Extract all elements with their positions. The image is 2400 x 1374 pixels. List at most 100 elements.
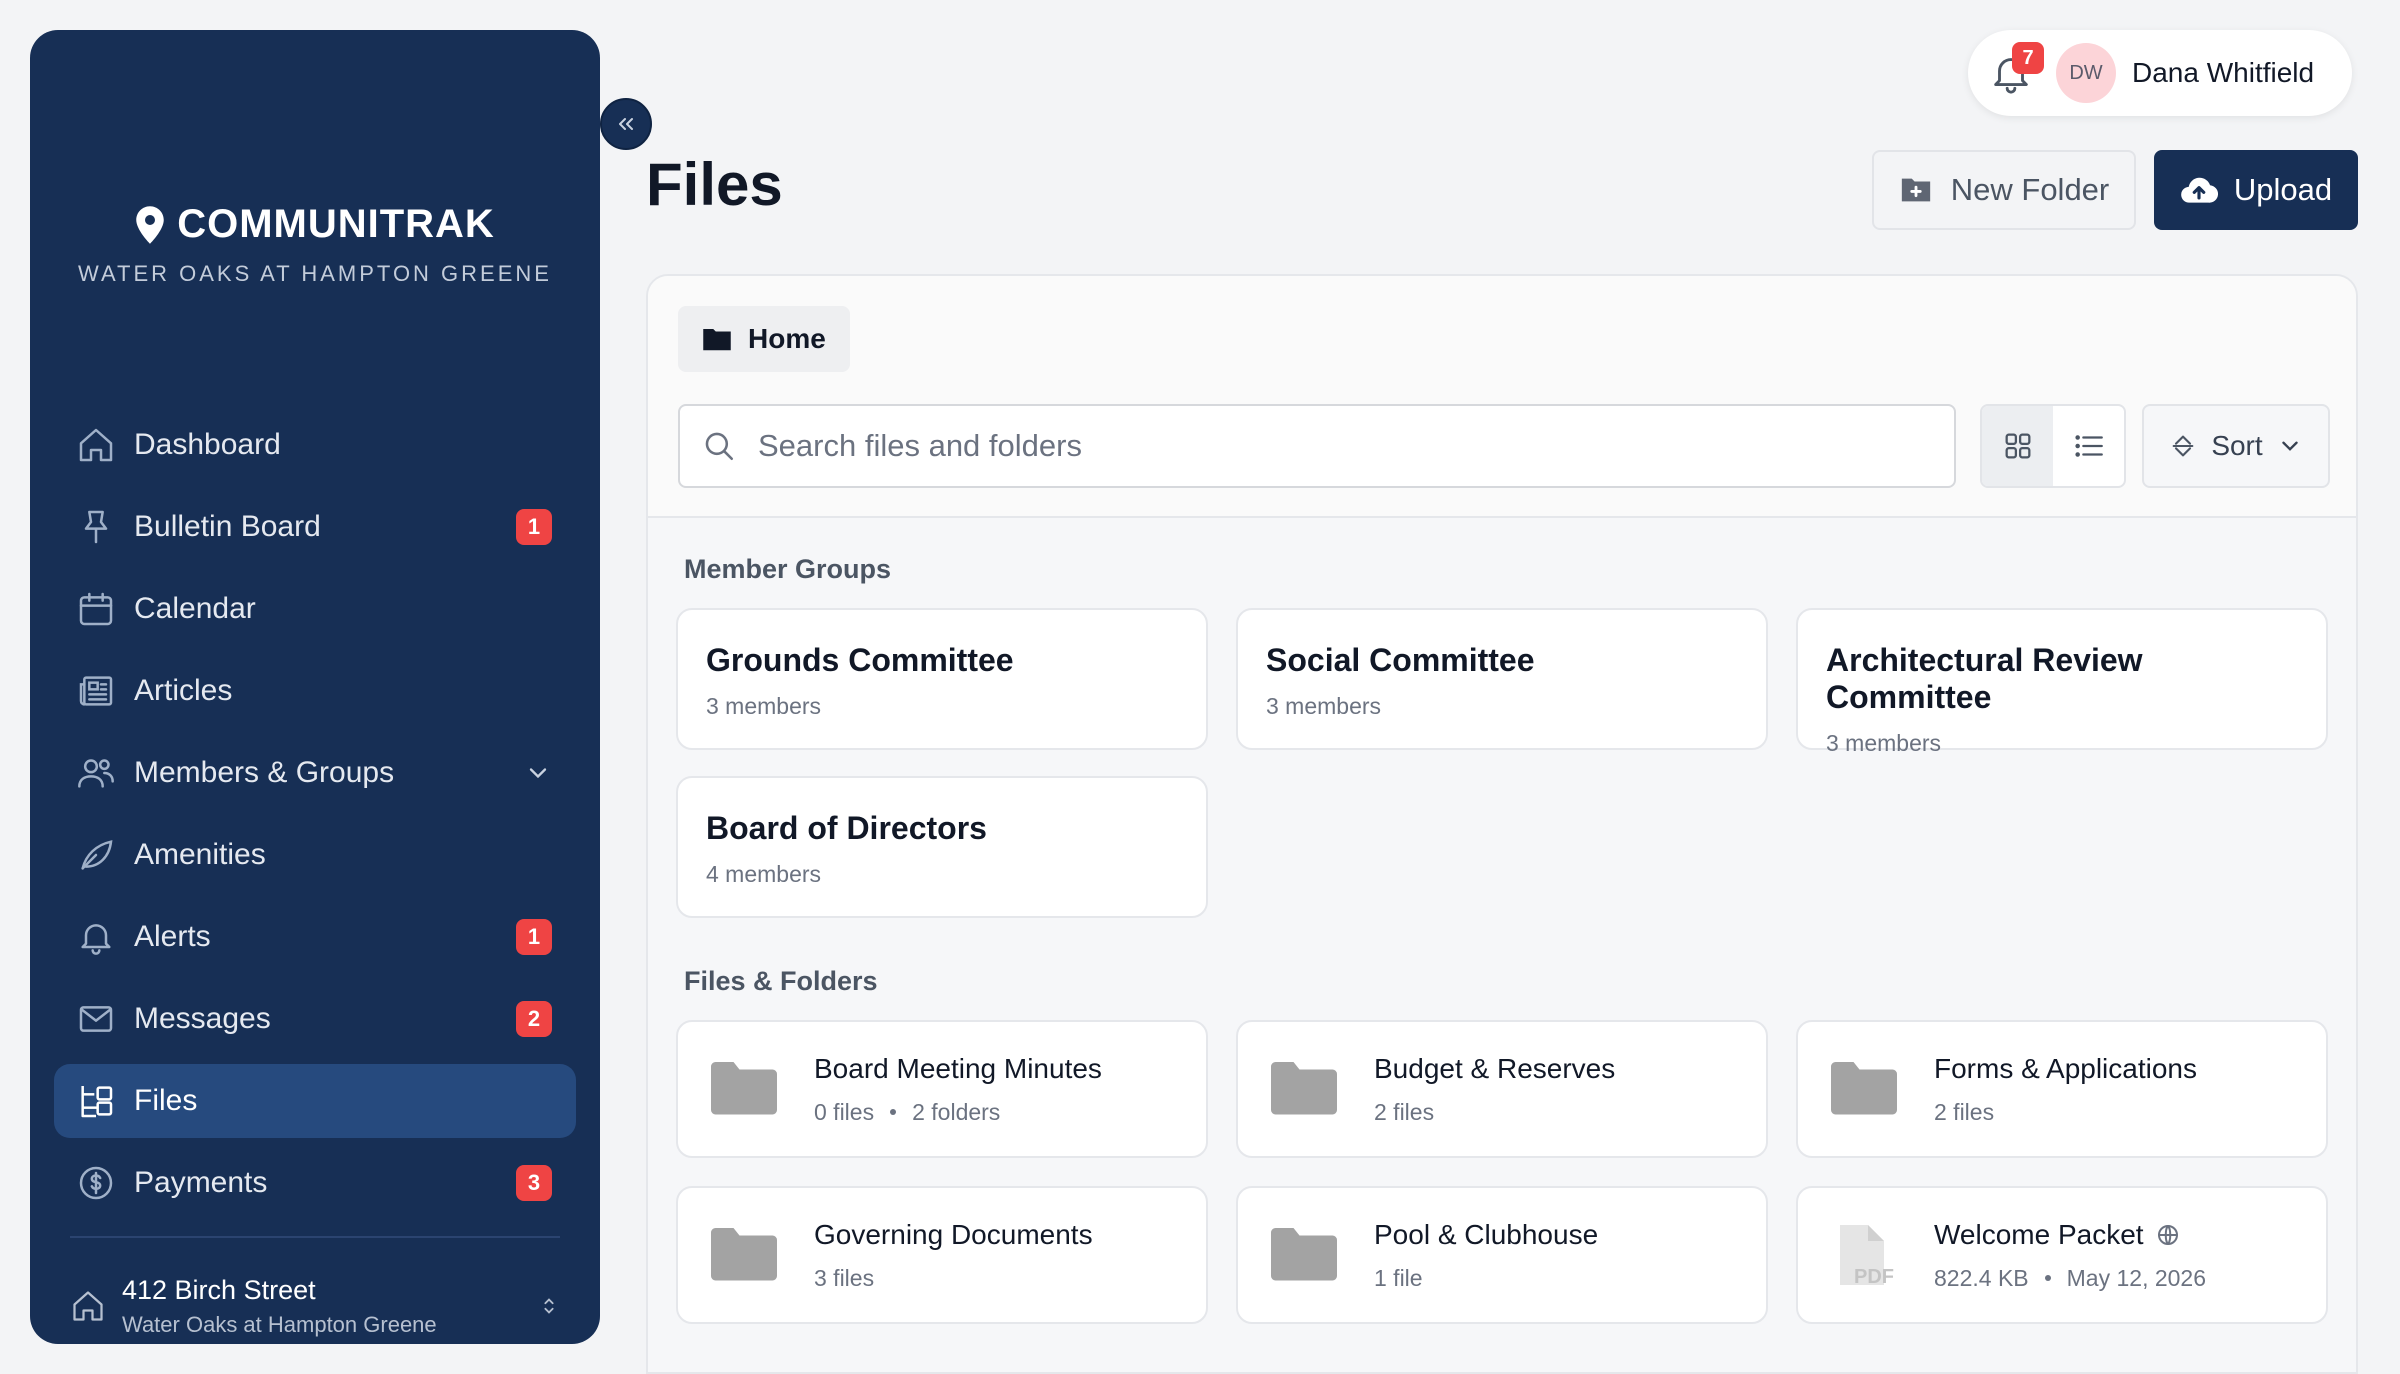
user-menu[interactable]: 7 DW Dana Whitfield	[1968, 30, 2352, 116]
new-folder-label: New Folder	[1950, 172, 2110, 207]
grid-icon	[2005, 433, 2030, 459]
sidebar-nav: Dashboard Bulletin Board 1 Calendar Arti…	[54, 408, 576, 1228]
folder-icon	[1831, 1062, 1897, 1115]
property-selector[interactable]: 412 Birch Street Water Oaks at Hampton G…	[70, 1266, 560, 1346]
newspaper-icon	[79, 676, 113, 706]
notifications-button[interactable]: 7	[1988, 42, 2044, 96]
list-icon	[2074, 435, 2103, 457]
folder-file-count: 2 files	[1934, 1098, 1995, 1125]
meta-separator	[2044, 1275, 2051, 1281]
search-input[interactable]	[756, 427, 1932, 465]
breadcrumb-label: Home	[748, 323, 826, 354]
bulletin-badge: 1	[516, 509, 552, 545]
group-card[interactable]: Grounds Committee 3 members	[676, 608, 1208, 750]
mail-icon	[79, 1006, 113, 1032]
breadcrumb-home[interactable]: Home	[678, 306, 850, 372]
pin-icon	[84, 510, 108, 544]
folder-file-count: 1 file	[1374, 1264, 1423, 1291]
sidebar-item-articles[interactable]: Articles	[54, 654, 576, 728]
sidebar-item-calendar[interactable]: Calendar	[54, 572, 576, 646]
sidebar-item-bulletin-board[interactable]: Bulletin Board 1	[54, 490, 576, 564]
folder-info: Board Meeting Minutes 0 files 2 folders	[814, 1053, 1102, 1126]
search-box[interactable]	[678, 404, 1956, 488]
address-street: 412 Birch Street	[122, 1274, 316, 1305]
chevron-up-down-icon	[544, 1298, 554, 1314]
folder-icon	[1271, 1228, 1337, 1281]
folder-name: Pool & Clubhouse	[1374, 1219, 1598, 1251]
folder-meta: 0 files 2 folders	[814, 1099, 1102, 1126]
upload-button[interactable]: Upload	[2154, 150, 2358, 230]
folder-card[interactable]: Forms & Applications 2 files	[1796, 1020, 2328, 1158]
folder-plus-icon	[1901, 178, 1930, 202]
address-text: 412 Birch Street Water Oaks at Hampton G…	[122, 1275, 538, 1338]
folder-icon	[703, 329, 731, 351]
folder-name-text: Forms & Applications	[1934, 1052, 2197, 1084]
sidebar-item-payments[interactable]: Payments 3	[54, 1146, 576, 1220]
alerts-badge: 1	[516, 919, 552, 955]
sort-button[interactable]: Sort	[2142, 404, 2330, 488]
folder-card[interactable]: Board Meeting Minutes 0 files 2 folders	[676, 1020, 1208, 1158]
folder-name: Budget & Reserves	[1374, 1053, 1615, 1085]
sidebar-item-amenities[interactable]: Amenities	[54, 818, 576, 892]
files-panel: Home Sort Member Groups Grounds Committe…	[646, 274, 2358, 1374]
collapse-sidebar-button[interactable]	[600, 98, 652, 150]
folder-name-text: Governing Documents	[814, 1218, 1093, 1250]
file-size: 822.4 KB	[1934, 1264, 2029, 1291]
grid-view-button[interactable]	[1982, 406, 2053, 486]
group-name: Grounds Committee	[706, 642, 1014, 678]
folder-name: Governing Documents	[814, 1219, 1093, 1251]
group-members: 4 members	[706, 861, 822, 887]
new-folder-button[interactable]: New Folder	[1872, 150, 2136, 230]
pdf-label: PDF	[1854, 1266, 1894, 1287]
folder-meta: 1 file	[1374, 1265, 1598, 1292]
brand-name-text: COMMUNITRAK	[177, 202, 495, 246]
avatar: DW	[2056, 43, 2116, 103]
group-name: Architectural Review Committee	[1826, 642, 2143, 715]
folder-card[interactable]: Budget & Reserves 2 files	[1236, 1020, 1768, 1158]
group-card[interactable]: Board of Directors 4 members	[676, 776, 1208, 918]
chevrons-left-icon	[619, 118, 633, 130]
folder-icon	[711, 1062, 777, 1115]
sidebar-item-label: Payments	[134, 1166, 268, 1199]
brand-name[interactable]: COMMUNITRAK	[30, 202, 600, 247]
folder-name: Board Meeting Minutes	[814, 1053, 1102, 1085]
group-name: Board of Directors	[706, 810, 987, 846]
search-icon	[705, 432, 734, 461]
sidebar-divider	[70, 1236, 560, 1238]
folder-card[interactable]: Pool & Clubhouse 1 file	[1236, 1186, 1768, 1324]
folder-card[interactable]: Governing Documents 3 files	[676, 1186, 1208, 1324]
folder-icon	[1271, 1062, 1337, 1115]
sidebar-item-files[interactable]: Files	[54, 1064, 576, 1138]
folder-name-text: Pool & Clubhouse	[1374, 1218, 1599, 1250]
folder-file-count: 2 files	[1374, 1098, 1435, 1125]
file-card[interactable]: PDF Welcome Packet 822.4 KB May 12, 2026	[1796, 1186, 2328, 1324]
files-folders-heading: Files & Folders	[684, 966, 878, 996]
map-pin-icon	[136, 205, 164, 244]
sidebar-item-messages[interactable]: Messages 2	[54, 982, 576, 1056]
sidebar-item-dashboard[interactable]: Dashboard	[54, 408, 576, 482]
sidebar-item-alerts[interactable]: Alerts 1	[54, 900, 576, 974]
address-community: Water Oaks at Hampton Greene	[122, 1311, 437, 1337]
home-icon	[79, 428, 113, 462]
leaf-icon	[81, 840, 113, 870]
user-name: Dana Whitfield	[2132, 57, 2315, 88]
folder-info: Pool & Clubhouse 1 file	[1374, 1219, 1598, 1292]
folder-meta: 2 files	[1374, 1099, 1615, 1126]
sidebar-item-label: Alerts	[134, 920, 211, 953]
folder-name: Forms & Applications	[1934, 1053, 2197, 1085]
group-card[interactable]: Architectural Review Committee 3 members	[1796, 608, 2328, 756]
notification-count-badge: 7	[2012, 42, 2044, 74]
dollar-icon	[79, 1166, 113, 1200]
folder-meta: 2 files	[1934, 1099, 2197, 1126]
group-card[interactable]: Social Committee 3 members	[1236, 608, 1768, 750]
globe-icon	[2157, 1224, 2178, 1245]
sidebar-item-members-groups[interactable]: Members & Groups	[54, 736, 576, 810]
brand-subtitle: WATER OAKS AT HAMPTON GREENE	[78, 261, 552, 286]
sidebar-item-label: Members & Groups	[134, 756, 395, 789]
sidebar-item-label: Calendar	[134, 592, 256, 625]
member-groups-heading: Member Groups	[684, 554, 892, 584]
list-view-button[interactable]	[2053, 406, 2124, 486]
sidebar: COMMUNITRAK WATER OAKS AT HAMPTON GREENE…	[30, 30, 652, 1346]
files-toolbar: Home Sort	[648, 276, 2356, 518]
brand: COMMUNITRAK WATER OAKS AT HAMPTON GREENE	[30, 202, 600, 287]
